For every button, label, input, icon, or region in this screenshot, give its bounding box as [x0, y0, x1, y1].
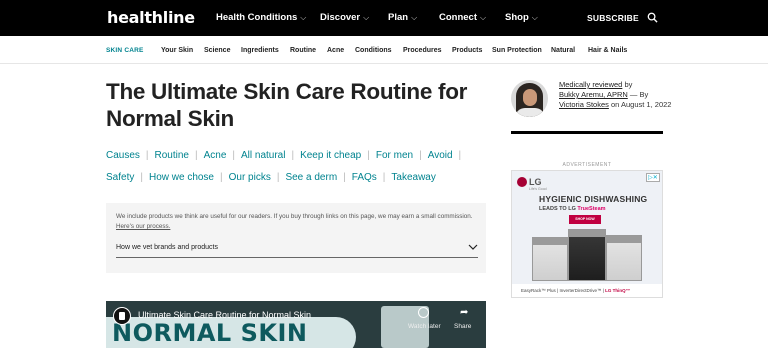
shop-now-button[interactable]: SHOP NOW — [569, 215, 601, 224]
lg-tagline: Life's Good — [529, 187, 547, 191]
lg-brand: LG — [529, 177, 542, 187]
subnav-item[interactable]: Science — [204, 47, 230, 54]
affiliate-disclaimer: We include products we think are useful … — [106, 203, 486, 273]
anchor-link[interactable]: How we chose — [149, 172, 214, 183]
nav-connect[interactable]: Connect ⌵ — [439, 12, 486, 23]
dishwasher-image — [568, 229, 606, 281]
byline: Medically reviewed by Bukky Aremu, APRN … — [559, 80, 672, 109]
reviewer-link[interactable]: Bukky Aremu, APRN — [559, 90, 628, 99]
chevron-down-icon: ⌵ — [300, 13, 307, 22]
byline-divider — [511, 131, 663, 134]
anchor-link[interactable]: Safety — [106, 172, 134, 183]
anchor-link[interactable]: See a derm — [285, 172, 337, 183]
subnav-item[interactable]: Products — [452, 47, 482, 54]
separator: | — [291, 150, 295, 161]
anchor-link[interactable]: Acne — [204, 150, 227, 161]
page-title: The Ultimate Skin Care Routine for Norma… — [106, 79, 468, 131]
video-title[interactable]: Ultimate Skin Care Routine for Normal Sk… — [138, 310, 311, 320]
share-icon[interactable]: ➦ — [460, 307, 468, 318]
vet-brands-label: How we vet brands and products — [116, 244, 218, 251]
top-navbar: healthline Health Conditions ⌵ Discover ⌵ … — [0, 0, 768, 36]
vet-brands-accordion[interactable]: How we vet brands and products — [116, 242, 478, 258]
anchor-link[interactable]: For men — [376, 150, 413, 161]
separator: | — [194, 150, 198, 161]
disclaimer-text: We include products we think are useful … — [116, 213, 473, 220]
subnav-item[interactable]: Natural — [551, 47, 575, 54]
video-player[interactable]: NORMAL SKIN Ultimate Skin Care Routine f… — [106, 301, 486, 348]
advertisement[interactable]: LG Life's Good ▷✕ HYGIENIC DISHWASHING L… — [511, 170, 663, 298]
subnav-item[interactable]: Acne — [327, 47, 344, 54]
separator: | — [140, 172, 143, 183]
nav-health-conditions[interactable]: Health Conditions ⌵ — [216, 12, 306, 23]
subnav-skin-care[interactable]: SKIN CARE — [106, 47, 144, 54]
nav-plan[interactable]: Plan ⌵ — [388, 12, 417, 23]
watch-later-label: Watch later — [408, 323, 441, 330]
video-banner-text: NORMAL SKIN — [112, 319, 308, 347]
chevron-down-icon: ⌵ — [363, 13, 370, 22]
subnav-item[interactable]: Ingredients — [241, 47, 279, 54]
anchor-link[interactable]: Our picks — [229, 172, 271, 183]
subscribe-link[interactable]: SUBSCRIBE — [587, 13, 639, 23]
anchor-links-row-2: Safety | How we chose | Our picks | See a derm… — [106, 172, 486, 183]
medically-reviewed-link[interactable]: Medically reviewed — [559, 80, 622, 89]
subnav-item[interactable]: Hair & Nails — [588, 47, 627, 54]
separator: | — [145, 150, 149, 161]
separator: | — [276, 172, 280, 183]
separator: | — [343, 172, 346, 183]
anchor-link[interactable]: Causes — [106, 150, 140, 161]
subnav-item[interactable]: Routine — [290, 47, 316, 54]
nav-shop[interactable]: Shop ⌵ — [505, 12, 538, 23]
chevron-down-icon — [468, 244, 478, 250]
healthline-logo[interactable]: healthline — [107, 8, 195, 27]
adchoices-icon[interactable]: ▷✕ — [646, 173, 660, 182]
anchor-link[interactable]: All natural — [241, 150, 285, 161]
chevron-down-icon: ⌵ — [411, 13, 418, 22]
anchor-link[interactable]: Avoid — [428, 150, 453, 161]
ad-headline: HYGIENIC DISHWASHING — [539, 194, 648, 204]
separator: | — [419, 150, 422, 161]
separator: | — [220, 172, 223, 183]
anchor-link[interactable]: Routine — [155, 150, 189, 161]
subnav-item[interactable]: Your Skin — [161, 47, 193, 54]
chevron-down-icon: ⌵ — [531, 13, 538, 22]
subnav-item[interactable]: Procedures — [403, 47, 442, 54]
channel-avatar[interactable] — [113, 307, 131, 325]
nav-discover[interactable]: Discover ⌵ — [320, 12, 369, 23]
chevron-down-icon: ⌵ — [480, 13, 487, 22]
publish-date: on August 1, 2022 — [610, 100, 672, 109]
reviewer-avatar — [511, 80, 548, 117]
dishwasher-image — [532, 237, 568, 281]
separator: | — [232, 150, 235, 161]
ad-subhead-brand: TrueSteam — [577, 206, 606, 212]
ad-footer: EasyRack™ Plus | InverterDirectDrive™ | … — [512, 284, 662, 297]
anchor-link[interactable]: Keep it cheap — [300, 150, 361, 161]
anchor-links-row-1: Causes | Routine | Acne | All natural | Keep it … — [106, 150, 486, 161]
subnav-item[interactable]: Sun Protection — [492, 47, 542, 54]
anchor-link[interactable]: FAQs — [352, 172, 377, 183]
anchor-link[interactable]: Takeaway — [391, 172, 435, 183]
lg-logo — [517, 177, 527, 187]
separator: | — [382, 172, 386, 183]
author-link[interactable]: Victoria Stokes — [559, 100, 609, 109]
share-label: Share — [454, 323, 472, 330]
search-icon[interactable] — [647, 12, 658, 23]
watch-later-icon[interactable] — [418, 307, 429, 318]
separator: | — [458, 150, 462, 161]
separator: | — [367, 150, 370, 161]
ad-subhead: LEADS TO LG — [539, 206, 576, 212]
our-process-link[interactable]: Here's our process. — [116, 223, 170, 230]
topic-subnav: SKIN CARE Your Skin Science Ingredients … — [0, 36, 768, 64]
subnav-item[interactable]: Conditions — [355, 47, 392, 54]
dishwasher-image — [606, 235, 642, 281]
ad-label: ADVERTISEMENT — [562, 162, 612, 168]
